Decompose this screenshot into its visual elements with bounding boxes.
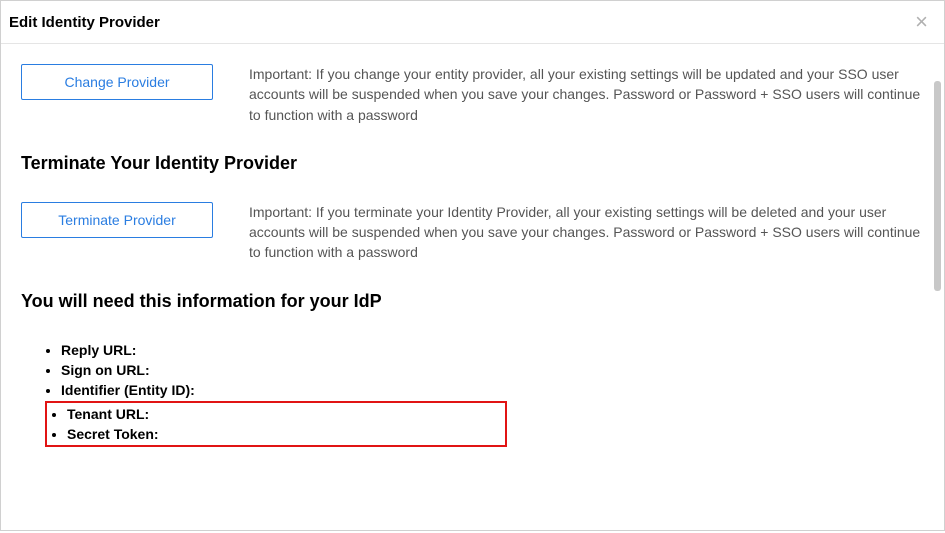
idp-highlight-box: Tenant URL: Secret Token: [45,401,507,448]
change-provider-button[interactable]: Change Provider [21,64,213,100]
terminate-provider-section: Terminate Provider Important: If you ter… [21,202,924,263]
idp-identifier-label: Identifier (Entity ID): [61,380,924,400]
idp-reply-url-label: Reply URL: [61,340,924,360]
scrollbar[interactable] [934,81,941,291]
change-provider-section: Change Provider Important: If you change… [21,64,924,125]
terminate-heading: Terminate Your Identity Provider [21,153,924,174]
idp-info-heading: You will need this information for your … [21,291,924,312]
modal-body: Change Provider Important: If you change… [1,44,944,533]
idp-tenant-url-label: Tenant URL: [67,404,501,424]
idp-info-list: Reply URL: Sign on URL: Identifier (Enti… [47,340,924,401]
terminate-provider-button[interactable]: Terminate Provider [21,202,213,238]
close-icon[interactable]: × [911,11,932,33]
modal-title: Edit Identity Provider [9,14,160,31]
idp-secret-token-label: Secret Token: [67,424,501,444]
edit-identity-provider-modal: Edit Identity Provider × Change Provider… [0,0,945,531]
modal-header: Edit Identity Provider × [1,1,944,44]
terminate-provider-notice: Important: If you terminate your Identit… [249,202,924,263]
change-provider-notice: Important: If you change your entity pro… [249,64,924,125]
idp-signon-url-label: Sign on URL: [61,360,924,380]
